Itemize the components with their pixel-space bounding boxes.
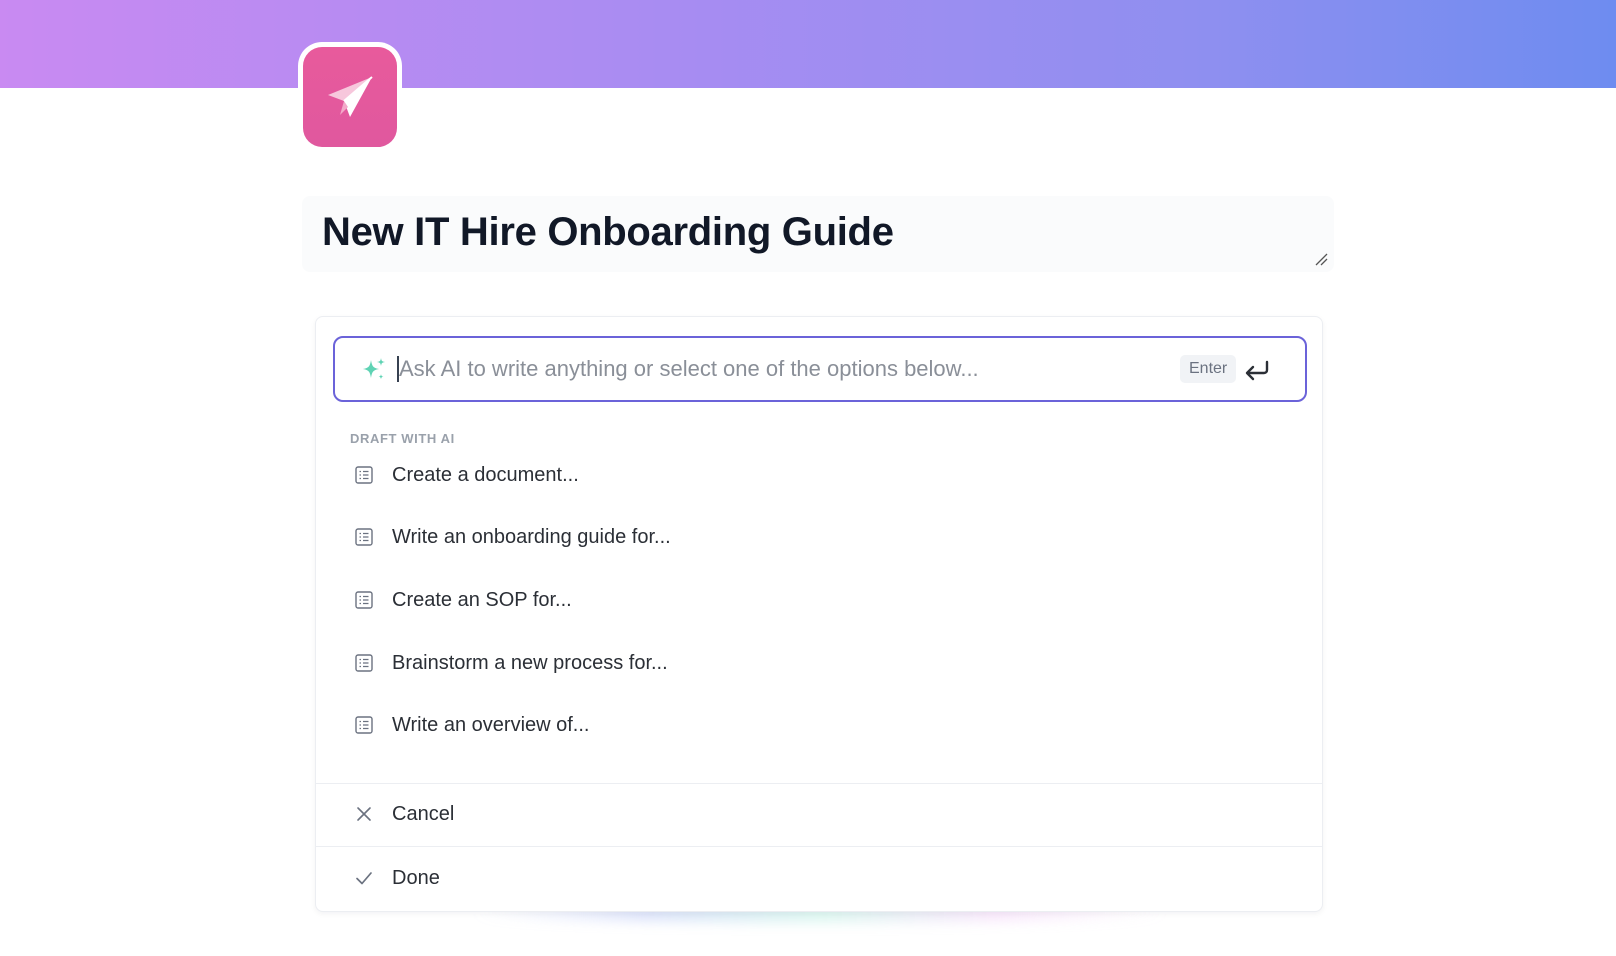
ai-prompt-input[interactable] <box>399 350 1159 388</box>
option-create-sop[interactable]: Create an SOP for... <box>336 576 1304 624</box>
enter-key-badge: Enter <box>1180 355 1237 383</box>
sparkle-icon <box>363 358 385 380</box>
cancel-label: Cancel <box>392 803 455 825</box>
option-label: Create an SOP for... <box>392 589 572 611</box>
option-create-document[interactable]: Create a document... <box>336 451 1304 499</box>
divider <box>316 846 1322 847</box>
option-label: Brainstorm a new process for... <box>392 652 668 674</box>
check-icon <box>356 872 372 885</box>
option-label: Write an overview of... <box>392 714 590 736</box>
return-arrow-icon[interactable] <box>1243 356 1271 382</box>
page-title[interactable]: New IT Hire Onboarding Guide <box>322 210 894 255</box>
resize-handle-icon[interactable] <box>1314 252 1328 266</box>
done-label: Done <box>392 867 440 889</box>
option-onboarding-guide[interactable]: Write an onboarding guide for... <box>336 513 1304 561</box>
divider <box>316 783 1322 784</box>
close-icon <box>357 807 371 821</box>
option-brainstorm-process[interactable]: Brainstorm a new process for... <box>336 639 1304 687</box>
ai-draft-panel: Enter DRAFT WITH AI Create a document...… <box>315 316 1323 912</box>
paper-plane-icon[interactable] <box>303 47 397 147</box>
page-icon-frame[interactable] <box>298 42 402 152</box>
option-label: Create a document... <box>392 464 579 486</box>
document-list-icon <box>355 591 373 609</box>
document-list-icon <box>355 466 373 484</box>
page-title-field[interactable]: New IT Hire Onboarding Guide <box>302 196 1334 272</box>
option-write-overview[interactable]: Write an overview of... <box>336 701 1304 749</box>
cancel-button[interactable]: Cancel <box>336 790 1304 838</box>
draft-with-ai-heading: DRAFT WITH AI <box>350 431 455 446</box>
document-list-icon <box>355 528 373 546</box>
done-button[interactable]: Done <box>336 854 1304 902</box>
option-label: Write an onboarding guide for... <box>392 526 671 548</box>
ai-prompt-box[interactable]: Enter <box>333 336 1307 402</box>
cover-banner <box>0 0 1616 88</box>
document-list-icon <box>355 716 373 734</box>
document-list-icon <box>355 654 373 672</box>
